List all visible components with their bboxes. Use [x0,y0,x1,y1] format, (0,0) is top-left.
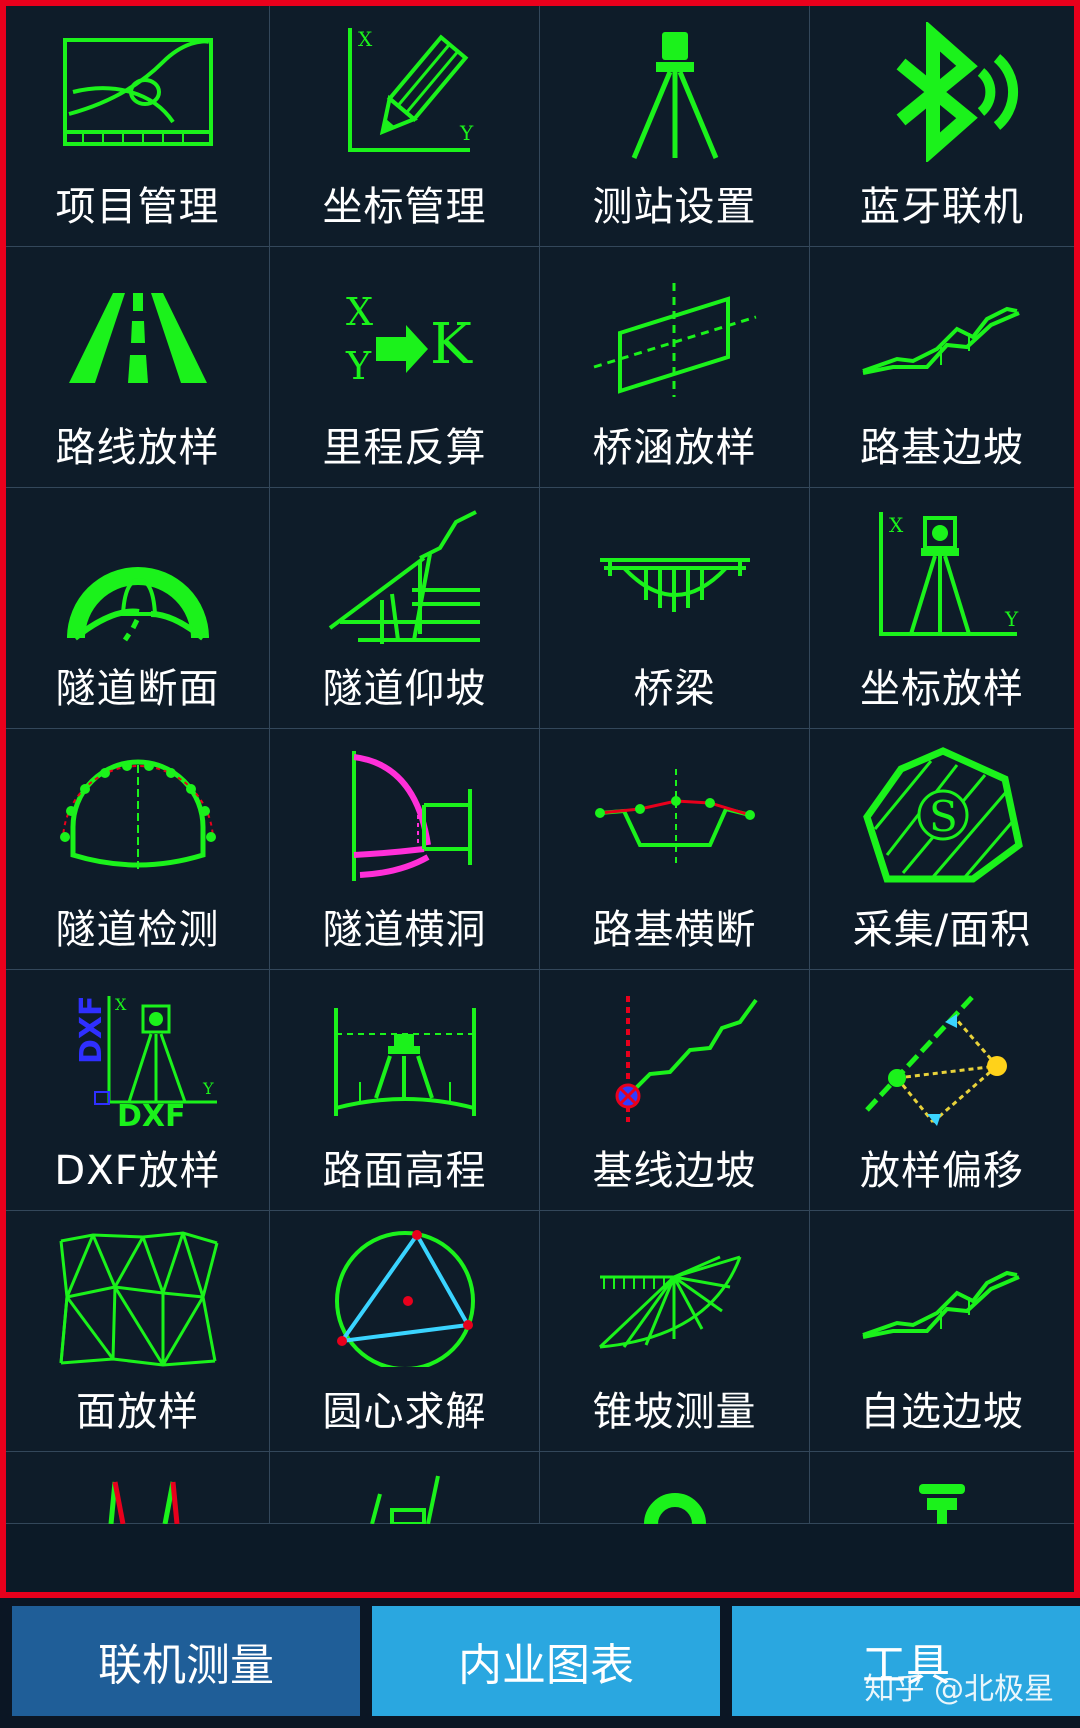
menu-item-subgrade-slope[interactable]: 路基边坡 [810,247,1074,488]
svg-text:X: X [115,995,127,1014]
menu-item-stakeout-offset[interactable]: 放样偏移 [810,970,1074,1211]
baseline-slope-icon [615,996,758,1122]
menu-item-station-setup[interactable]: 测站设置 [540,6,810,247]
menu-item-tunnel-slope[interactable]: 隧道仰坡 [270,488,540,729]
road-icon [68,293,207,383]
subgrade-slope-icon [862,306,1020,375]
menu-item-label: 路基横断 [592,907,757,953]
menu-item-collect-area[interactable]: S 采集/面积 [810,729,1074,970]
menu-item-tunnel-crossing[interactable]: 隧道横洞 [270,729,540,970]
menu-item-partial-4[interactable] [810,1452,1074,1524]
menu-item-tunnel-section[interactable]: 隧道断面 [6,488,270,729]
menu-item-baseline-slope[interactable]: 基线边坡 [540,970,810,1211]
tunnel-section-icon [66,567,209,642]
menu-item-partial-1[interactable] [6,1452,270,1524]
coordinate-pencil-icon: X Y [347,27,474,152]
menu-item-cone-slope[interactable]: 锥坡测量 [540,1211,810,1452]
total-station-tripod-icon [631,32,718,159]
menu-item-label: 锥坡测量 [592,1389,757,1435]
menu-item-label: 蓝牙联机 [860,184,1024,230]
menu-item-label: DXF放样 [54,1148,221,1194]
menu-item-tunnel-inspection[interactable]: 隧道检测 [6,729,270,970]
menu-item-culvert-stakeout[interactable]: 桥涵放样 [540,247,810,488]
menu-item-label: 路基边坡 [860,425,1024,471]
menu-item-label: 自选边坡 [860,1389,1024,1435]
menu-item-label: 基线边坡 [592,1148,757,1194]
dxf-stakeout-icon: DXF X Y DXF [74,995,217,1126]
antenna-pair-icon [108,1481,179,1524]
menu-item-bridge[interactable]: 桥梁 [540,488,810,729]
project-chart-icon [62,38,213,146]
menu-item-label: 项目管理 [55,184,220,230]
menu-item-label: 坐标放样 [860,666,1024,712]
menu-item-custom-slope[interactable]: 自选边坡 [810,1211,1074,1452]
function-grid-frame: 项目管理 X Y 坐标管理 测站设置 蓝牙联机 路线放样 X Y K 里程反算 … [0,0,1080,1598]
svg-text:X: X [358,27,373,51]
menu-item-dxf-stakeout[interactable]: DXF X Y DXF DXF放样 [6,970,270,1211]
tab-office-charts[interactable]: 内业图表 [372,1606,720,1716]
menu-item-label: 隧道断面 [55,666,220,712]
menu-item-circle-center[interactable]: 圆心求解 [270,1211,540,1452]
svg-text:Y: Y [345,344,372,388]
menu-item-label: 坐标管理 [322,184,487,230]
menu-item-label: 面放样 [76,1389,199,1435]
menu-item-label: 路面高程 [322,1148,487,1194]
circle-center-icon [334,1230,475,1367]
stakeout-offset-icon [865,992,1007,1126]
svg-text:K: K [430,312,473,377]
triangle-mesh-icon [59,1231,218,1367]
menu-item-label: 隧道检测 [55,907,220,953]
menu-item-label: 里程反算 [322,425,487,471]
bridge-icon [599,558,750,612]
coordinate-stakeout-icon: X Y [879,512,1019,636]
menu-item-pavement-elevation[interactable]: 路面高程 [270,970,540,1211]
tab-online-survey[interactable]: 联机测量 [12,1606,360,1716]
svg-text:DXF: DXF [117,1099,186,1126]
menu-item-label: 桥梁 [633,666,716,712]
menu-item-label: 采集/面积 [852,907,1032,953]
menu-item-partial-2[interactable] [270,1452,540,1524]
function-grid-partial-row [6,1452,1074,1524]
subgrade-cross-section-icon [594,769,755,865]
ring-icon [643,1493,706,1524]
svg-text:X: X [889,513,904,537]
svg-text:Y: Y [1004,607,1019,631]
svg-text:Y: Y [202,1079,214,1098]
level-staff-icon [369,1475,440,1524]
menu-item-surface-stakeout[interactable]: 面放样 [6,1211,270,1452]
menu-item-label: 桥涵放样 [592,425,757,471]
menu-item-coordinate-management[interactable]: X Y 坐标管理 [270,6,540,247]
menu-item-label: 测站设置 [592,184,757,230]
cone-slope-icon [598,1255,741,1349]
custom-slope-icon [862,1270,1020,1339]
bluetooth-icon [896,22,1018,162]
menu-item-label: 圆心求解 [322,1389,487,1435]
pavement-elevation-icon [333,1008,476,1116]
menu-item-bluetooth-connect[interactable]: 蓝牙联机 [810,6,1074,247]
area-hexagon-icon: S [863,747,1023,883]
menu-item-coordinate-stakeout[interactable]: X Y 坐标放样 [810,488,1074,729]
xy-to-k-icon: X Y K [345,290,473,388]
tunnel-slope-icon [328,510,480,644]
menu-item-label: 隧道仰坡 [322,666,487,712]
menu-item-project-management[interactable]: 项目管理 [6,6,270,247]
gnss-receiver-icon [919,1484,965,1524]
svg-text:S: S [929,792,958,841]
bottom-tab-bar: 联机测量 内业图表 工具 知乎 @北极星 [0,1598,1080,1728]
menu-item-partial-3[interactable] [540,1452,810,1524]
menu-item-label: 路线放样 [55,425,220,471]
menu-item-chainage-inverse[interactable]: X Y K 里程反算 [270,247,540,488]
function-grid: 项目管理 X Y 坐标管理 测站设置 蓝牙联机 路线放样 X Y K 里程反算 … [6,6,1074,1452]
menu-item-route-stakeout[interactable]: 路线放样 [6,247,270,488]
menu-item-label: 放样偏移 [860,1148,1024,1194]
culvert-parallelogram-icon [593,283,756,397]
watermark: 知乎 @北极星 [864,1672,1054,1707]
tunnel-crossing-icon [351,751,472,881]
svg-text:X: X [346,290,373,334]
svg-text:DXF: DXF [74,995,109,1064]
menu-item-label: 隧道横洞 [322,907,487,953]
svg-text:Y: Y [459,121,474,145]
tunnel-inspection-icon [59,759,216,873]
menu-item-subgrade-cross-section[interactable]: 路基横断 [540,729,810,970]
